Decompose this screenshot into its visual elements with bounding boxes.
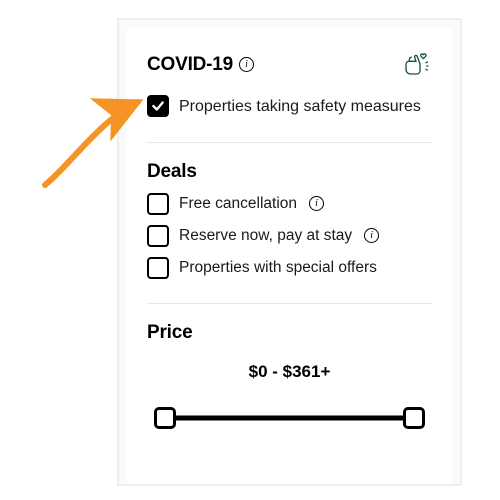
deals-title: Deals bbox=[147, 161, 432, 183]
filter-panel: COVID-19 i Properties taking safety m bbox=[127, 28, 452, 484]
covid-header: COVID-19 i bbox=[147, 46, 432, 83]
section-divider bbox=[147, 303, 432, 304]
covid-safety-label: Properties taking safety measures bbox=[179, 95, 421, 118]
slider-handle-min[interactable] bbox=[154, 407, 176, 429]
deal-label: Reserve now, pay at stay bbox=[179, 227, 352, 245]
slider-track bbox=[165, 415, 414, 420]
deal-option-free-cancellation[interactable]: Free cancellation i bbox=[147, 193, 432, 215]
price-slider[interactable] bbox=[153, 404, 426, 432]
covid-title-group: COVID-19 i bbox=[147, 54, 254, 76]
covid-safety-checkbox[interactable] bbox=[147, 95, 169, 117]
deal-option-reserve-now[interactable]: Reserve now, pay at stay i bbox=[147, 225, 432, 247]
deal-checkbox[interactable] bbox=[147, 225, 169, 247]
deal-label: Properties with special offers bbox=[179, 259, 377, 277]
deal-checkbox[interactable] bbox=[147, 193, 169, 215]
hands-wash-icon bbox=[400, 46, 432, 83]
covid-title: COVID-19 bbox=[147, 54, 233, 76]
info-icon[interactable]: i bbox=[239, 57, 254, 72]
info-icon[interactable]: i bbox=[309, 196, 324, 211]
deal-label: Free cancellation bbox=[179, 195, 297, 213]
slider-handle-max[interactable] bbox=[403, 407, 425, 429]
info-icon[interactable]: i bbox=[364, 228, 379, 243]
price-title: Price bbox=[147, 322, 432, 344]
filter-panel-frame: COVID-19 i Properties taking safety m bbox=[117, 18, 462, 486]
section-divider bbox=[147, 142, 432, 143]
deal-checkbox[interactable] bbox=[147, 257, 169, 279]
deal-option-special-offers[interactable]: Properties with special offers bbox=[147, 257, 432, 279]
price-range-text: $0 - $361+ bbox=[147, 362, 432, 382]
covid-safety-option[interactable]: Properties taking safety measures bbox=[147, 95, 432, 118]
